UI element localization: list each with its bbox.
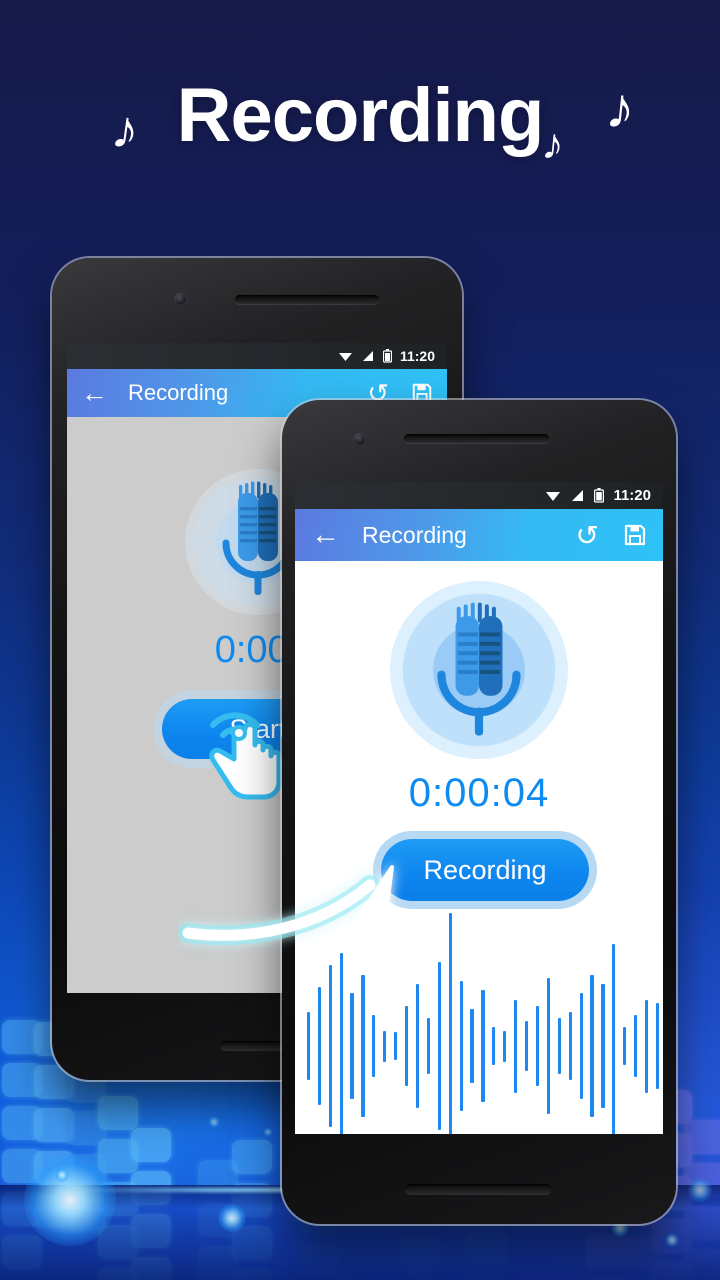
battery-icon <box>594 488 605 503</box>
back-phone-camera-icon <box>174 293 187 306</box>
glow-dot <box>55 1168 69 1182</box>
waveform-bar <box>437 962 441 1130</box>
front-phone-speaker <box>405 1184 551 1194</box>
waveform-bar <box>492 1027 496 1065</box>
wifi-icon <box>546 492 561 501</box>
waveform-bar <box>655 1002 660 1090</box>
front-timer: 0:00:04 <box>408 771 550 815</box>
waveform-bar <box>535 1005 540 1087</box>
waveform-bar <box>601 984 605 1108</box>
front-recording-label: Recording <box>423 854 547 885</box>
signal-icon <box>572 490 584 501</box>
back-phone-earpiece <box>235 295 379 304</box>
waveform-bar <box>546 977 551 1115</box>
front-status-bar: 11:20 <box>295 482 663 509</box>
waveform-bar <box>339 953 343 1134</box>
waveform-bar <box>634 1015 638 1077</box>
signal-icon <box>362 351 373 361</box>
front-phone-earpiece <box>404 434 549 443</box>
hand-tap-icon <box>209 712 282 800</box>
glow-dot <box>263 1127 273 1137</box>
back-app-title: Recording <box>128 380 229 405</box>
battery-icon <box>382 349 392 363</box>
front-undo-button[interactable]: ↺ <box>576 519 599 552</box>
waveform-bar <box>328 965 332 1127</box>
glow-dot <box>665 1233 679 1247</box>
equalizer-square <box>232 1140 272 1174</box>
front-phone-screen: 11:20 ← Recording ↺ 0:00:04 Recording <box>295 482 663 1134</box>
glow-dot <box>208 1116 220 1128</box>
glow-dot <box>218 1204 246 1232</box>
equalizer-square <box>684 1120 720 1154</box>
front-app-actions: ↺ <box>576 519 647 552</box>
front-waveform <box>303 912 663 1134</box>
equalizer-square <box>98 1096 138 1130</box>
equalizer-square <box>131 1128 171 1162</box>
front-phone: 11:20 ← Recording ↺ 0:00:04 Recording <box>282 400 676 1224</box>
waveform-bar <box>405 1005 409 1087</box>
glow-dot <box>688 1178 712 1202</box>
waveform-bar <box>612 943 616 1134</box>
front-microphone-icon <box>437 602 521 736</box>
back-status-bar: 11:20 <box>67 343 447 369</box>
glow-dot <box>24 1154 116 1246</box>
waveform-bar <box>306 1011 311 1081</box>
waveform-bar <box>350 993 354 1099</box>
front-app-bar: ← Recording ↺ <box>295 509 663 561</box>
waveform-bar <box>394 1032 398 1060</box>
waveform-bar <box>470 1008 474 1084</box>
waveform-bar <box>645 999 649 1093</box>
wifi-icon <box>338 353 352 361</box>
front-save-icon[interactable] <box>623 523 647 547</box>
waveform-bar <box>448 912 452 1134</box>
waveform-bar <box>590 974 594 1118</box>
music-note-icon-2: ♪ <box>539 118 567 171</box>
front-back-button[interactable]: ← <box>311 519 340 552</box>
waveform-bar <box>568 1011 572 1081</box>
waveform-bar <box>383 1030 387 1062</box>
waveform-bar <box>579 993 583 1099</box>
waveform-bar <box>514 999 518 1093</box>
back-button[interactable]: ← <box>81 378 108 409</box>
front-app-title: Recording <box>362 521 467 548</box>
waveform-bar <box>459 980 463 1112</box>
front-phone-camera-icon <box>353 433 366 446</box>
waveform-bar <box>623 1027 627 1065</box>
waveform-bar <box>415 984 420 1108</box>
waveform-bar <box>426 1018 431 1074</box>
music-note-icon-3: ♪ <box>602 74 639 143</box>
pointing-arrow-icon <box>178 865 394 946</box>
back-status-time: 11:20 <box>399 348 435 364</box>
waveform-bar <box>525 1021 529 1071</box>
waveform-bar <box>372 1015 376 1077</box>
waveform-bar <box>503 1030 507 1062</box>
waveform-bar <box>317 987 321 1105</box>
waveform-bar <box>557 1018 561 1074</box>
waveform-bar <box>361 974 365 1118</box>
waveform-bar <box>481 990 485 1102</box>
front-status-time: 11:20 <box>613 487 651 504</box>
